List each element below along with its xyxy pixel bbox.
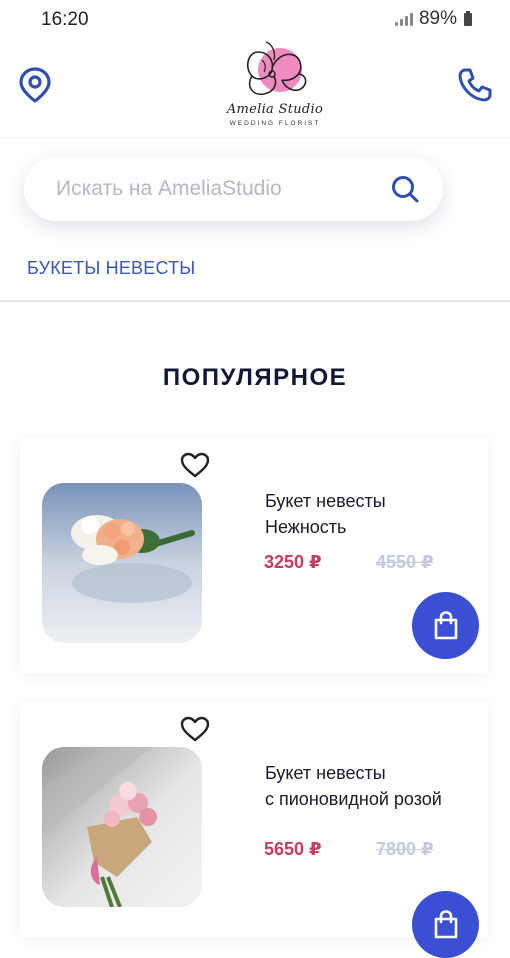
- product-name-line1: Букет невесты: [265, 763, 386, 783]
- status-bar: 16:20 89%: [0, 0, 510, 38]
- product-name-line1: Букет невесты: [265, 491, 386, 511]
- product-name-line2: Нежность: [265, 517, 347, 537]
- flower-logo-icon: [246, 41, 307, 96]
- shopping-bag-icon: [434, 909, 457, 938]
- status-indicators: 89%: [394, 8, 472, 30]
- favorite-button[interactable]: [179, 450, 211, 480]
- app-header: Amelia Studio WEDDING FLORIST: [0, 38, 510, 138]
- product-image[interactable]: [42, 483, 202, 643]
- search-button[interactable]: [389, 173, 421, 205]
- location-button[interactable]: [14, 64, 56, 106]
- category-link-bridal-bouquets[interactable]: БУКЕТЫ НЕВЕСТЫ: [27, 258, 195, 279]
- status-time: 16:20: [41, 9, 89, 30]
- brand-logo[interactable]: Amelia Studio WEDDING FLORIST: [222, 38, 328, 134]
- signal-icon: [394, 12, 413, 26]
- add-to-cart-button[interactable]: [412, 891, 479, 958]
- add-to-cart-button[interactable]: [412, 592, 479, 659]
- divider: [0, 300, 510, 302]
- shopping-bag-icon: [434, 610, 457, 639]
- product-card[interactable]: Букет невесты с пионовидной розой 5650 ₽…: [20, 702, 488, 958]
- section-title: ПОПУЛЯРНОЕ: [162, 364, 348, 391]
- product-old-price: 7800 ₽: [376, 839, 434, 859]
- product-old-price: 4550 ₽: [376, 552, 434, 572]
- phone-icon: [458, 68, 492, 102]
- search-input[interactable]: [56, 177, 376, 201]
- heart-icon: [180, 716, 210, 742]
- search-bar: [24, 157, 443, 221]
- battery-icon: [464, 10, 472, 26]
- brand-tagline: WEDDING FLORIST: [229, 120, 321, 127]
- brand-name: Amelia Studio: [226, 102, 324, 117]
- search-icon: [392, 176, 419, 203]
- product-price: 5650 ₽: [264, 839, 322, 859]
- product-price: 3250 ₽: [264, 552, 322, 572]
- product-name-line2: с пионовидной розой: [265, 789, 442, 809]
- location-icon: [19, 67, 51, 103]
- phone-button[interactable]: [454, 64, 496, 106]
- product-image[interactable]: [42, 747, 202, 907]
- battery-percent: 89%: [418, 8, 457, 29]
- product-name[interactable]: Букет невесты Нежность: [265, 488, 386, 540]
- heart-icon: [180, 452, 210, 478]
- favorite-button[interactable]: [179, 714, 211, 744]
- product-name[interactable]: Букет невесты с пионовидной розой: [265, 760, 442, 812]
- product-card[interactable]: Букет невесты Нежность 3250 ₽ 4550 ₽: [20, 438, 488, 673]
